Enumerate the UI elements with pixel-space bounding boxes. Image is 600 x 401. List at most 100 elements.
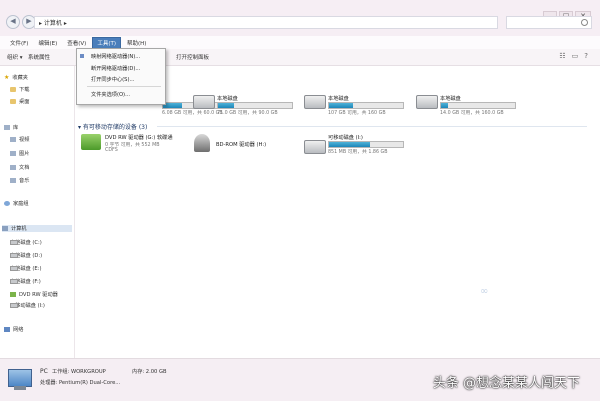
usb-drive-icon (10, 303, 18, 308)
music-library-icon (10, 178, 16, 183)
drive-label: 本地磁盘 (328, 96, 349, 102)
menu-tools[interactable]: 工具(T) (92, 36, 121, 49)
drive-filesystem: CDFS (105, 148, 118, 153)
menu-help[interactable]: 帮助(H) (123, 38, 150, 48)
hard-drive-icon (193, 95, 215, 109)
sidebar-item-dvd[interactable]: DVD RW 驱动器 (10, 291, 58, 298)
drive-size: 851 MB 可用，共 1.86 GB (328, 150, 388, 155)
usage-fill (218, 103, 234, 108)
computer-stand-icon (14, 386, 26, 390)
nav-buttons: ◀ ▶ (6, 15, 36, 29)
sidebar-item-disk-f[interactable]: 本地磁盘 (F:) (10, 278, 41, 285)
menu-item-sync-center[interactable]: 打开同步中心(S)... (91, 76, 134, 83)
menu-item-disconnect-drive[interactable]: 断开网络驱动器(D)... (91, 65, 140, 72)
preview-pane-icon[interactable]: ▭ (572, 52, 579, 60)
dvd-drive[interactable]: DVD RW 驱动器 (G:) 软碟通 0 字节 可用，共 552 MB CDF… (81, 134, 191, 160)
drive-label: 本地磁盘 (217, 96, 238, 102)
sidebar-item-computer[interactable]: 计算机 (2, 225, 72, 232)
sidebar-item-videos[interactable]: 视频 (10, 136, 29, 143)
computer-name: PC (40, 368, 48, 375)
drive-size: 107 GB 可用，共 160 GB (328, 111, 386, 116)
drive-label: 本地磁盘 (440, 96, 461, 102)
sidebar-item-disk-e[interactable]: 本地磁盘 (E:) (10, 265, 41, 272)
removable-disk[interactable]: 可移动磁盘 (I:) 851 MB 可用，共 1.86 GB (304, 134, 414, 160)
hard-disk-2[interactable]: 本地磁盘 71.0 GB 可用，共 90.0 GB (193, 95, 303, 117)
view-options-icon[interactable]: ☷ (559, 52, 565, 60)
usage-fill (329, 103, 354, 108)
tools-menu: 映射网络驱动器(N)... 断开网络驱动器(D)... 打开同步中心(S)...… (76, 48, 166, 105)
sidebar-item-removable[interactable]: 可移动磁盘 (I:) (10, 302, 45, 309)
usage-bar (328, 102, 404, 109)
hard-drive-icon (304, 95, 326, 109)
sidebar-item-favorites[interactable]: ★ 收藏夹 (4, 74, 28, 82)
computer-icon (8, 369, 32, 387)
usage-fill (329, 142, 370, 147)
sidebar-item-network[interactable]: 网络 (4, 326, 23, 333)
disk-drive-icon (10, 266, 18, 271)
library-icon (4, 125, 10, 130)
help-icon[interactable]: ? (584, 52, 588, 60)
busy-cursor-icon: ∞ (480, 286, 489, 297)
removable-section-header[interactable]: ▾ 有可移动存储的设备 (3) (78, 122, 147, 131)
usb-drive-icon (304, 140, 326, 154)
bd-rom-icon (194, 134, 210, 152)
usage-bar (440, 102, 516, 109)
sidebar-item-pictures[interactable]: 图片 (10, 150, 29, 157)
picture-library-icon (10, 151, 16, 156)
sidebar-item-disk-c[interactable]: 本地磁盘 (C:) (10, 239, 42, 246)
hard-disk-4[interactable]: 本地磁盘 14.0 GB 可用，共 160.0 GB (416, 95, 526, 117)
network-icon (4, 327, 10, 332)
drive-size: 71.0 GB 可用，共 90.0 GB (217, 111, 278, 116)
sidebar-item-homegroup[interactable]: 家庭组 (4, 200, 29, 207)
video-library-icon (10, 137, 16, 142)
usage-fill (441, 103, 448, 108)
drive-size: 14.0 GB 可用，共 160.0 GB (440, 111, 504, 116)
drive-label: DVD RW 驱动器 (G:) 软碟通 (105, 135, 173, 141)
usage-bar (217, 102, 293, 109)
back-arrow-icon[interactable]: ◀ (6, 15, 20, 29)
homegroup-icon (4, 201, 10, 206)
content-pane: 6.08 GB 可用，共 60.0 GB 本地磁盘 71.0 GB 可用，共 9… (75, 66, 600, 358)
menu-view[interactable]: 查看(V) (63, 38, 90, 48)
usage-bar (328, 141, 404, 148)
hard-drive-icon (416, 95, 438, 109)
drive-label: BD-ROM 驱动器 (H:) (216, 142, 267, 148)
bd-rom-drive[interactable]: BD-ROM 驱动器 (H:) (192, 134, 292, 160)
sidebar-item-music[interactable]: 音乐 (10, 177, 29, 184)
sidebar-item-desktop[interactable]: 桌面 (10, 98, 29, 105)
dvd-drive-icon (81, 134, 101, 150)
download-folder-icon (10, 87, 16, 92)
search-input[interactable] (506, 16, 592, 29)
drive-label: 可移动磁盘 (I:) (328, 135, 363, 141)
workgroup-text: 工作组: WORKGROUP (52, 369, 106, 375)
system-properties-button[interactable]: 系统属性 (28, 53, 50, 61)
computer-icon (2, 226, 8, 231)
sidebar-item-libraries[interactable]: 库 (4, 124, 18, 131)
menu-item-folder-options[interactable]: 文件夹选项(O)... (91, 91, 130, 98)
disk-drive-icon (10, 240, 18, 245)
star-icon: ★ (4, 74, 10, 81)
map-drive-icon (80, 54, 84, 58)
search-icon (581, 19, 588, 26)
drive-size: 0 字节 可用，共 552 MB (105, 143, 160, 148)
processor-text: 处理器: Pentium(R) Dual-Core... (40, 380, 121, 386)
open-control-panel-button[interactable]: 打开控制面板 (176, 53, 209, 61)
hard-disk-3[interactable]: 本地磁盘 107 GB 可用，共 160 GB (304, 95, 414, 117)
sidebar-item-documents[interactable]: 文档 (10, 164, 29, 171)
watermark-text: 头条 @想念某某人闯天下 (432, 376, 580, 391)
memory-text: 内存: 2.00 GB (132, 369, 167, 375)
menu-separator (87, 86, 161, 87)
menu-edit[interactable]: 编辑(E) (34, 38, 61, 48)
disk-drive-icon (10, 279, 18, 284)
document-library-icon (10, 165, 16, 170)
disk-drive-icon (10, 253, 18, 258)
address-bar[interactable]: ▸ 计算机 ▸ (34, 16, 498, 29)
menu-item-map-drive[interactable]: 映射网络驱动器(N)... (91, 53, 140, 60)
sidebar-item-downloads[interactable]: 下载 (10, 86, 29, 93)
organize-button[interactable]: 组织 ▾ (7, 53, 23, 61)
menu-bar: 文件(F) 编辑(E) 查看(V) 工具(T) 帮助(H) (0, 36, 600, 49)
navigation-pane: ★ 收藏夹 下载 桌面 库 视频 图片 文档 音乐 家庭组 计算机 本地磁盘 (C… (0, 66, 75, 358)
sidebar-item-disk-d[interactable]: 本地磁盘 (D:) (10, 252, 42, 259)
section-divider (157, 126, 587, 127)
menu-file[interactable]: 文件(F) (6, 38, 32, 48)
